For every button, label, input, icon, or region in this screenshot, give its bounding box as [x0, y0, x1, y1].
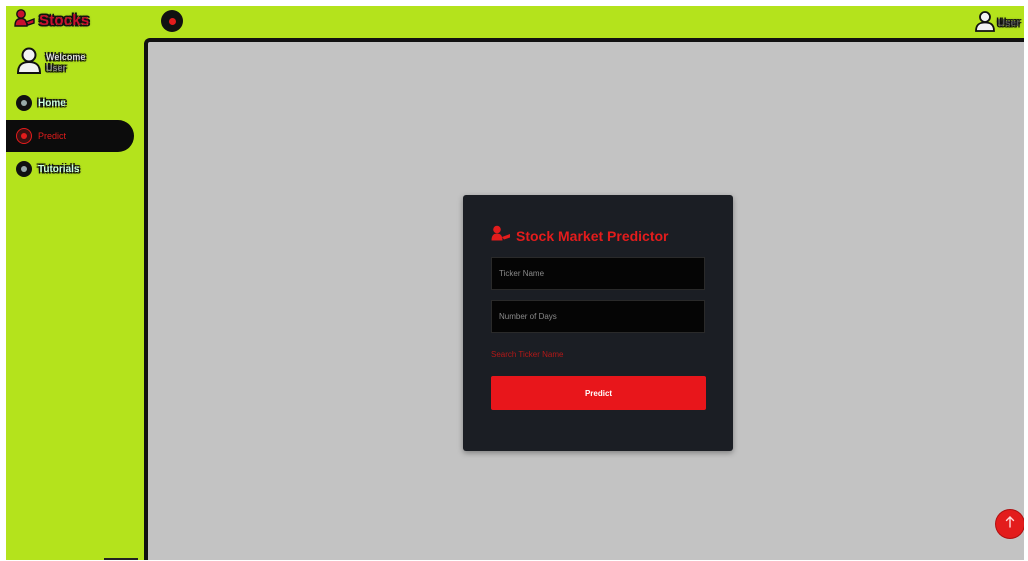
menu-toggle-button[interactable]: [161, 10, 183, 32]
avatar-icon: [974, 10, 996, 37]
search-ticker-link[interactable]: Search Ticker Name: [491, 350, 563, 359]
brand-logo[interactable]: Stocks: [14, 9, 89, 32]
home-icon: [16, 95, 32, 111]
app-frame: Stocks User Welcome User Home Predict Tu…: [6, 6, 1024, 560]
user-tie-icon: [491, 225, 511, 246]
number-of-days-input[interactable]: [491, 300, 705, 333]
top-navbar: Stocks User: [6, 6, 1024, 38]
sidebar-item-predict[interactable]: Predict: [6, 120, 134, 152]
brand-name: Stocks: [39, 12, 90, 29]
card-header: Stock Market Predictor: [491, 225, 669, 246]
avatar-icon: [16, 46, 42, 79]
sidebar-user-name: User: [46, 62, 67, 73]
top-user-menu[interactable]: User: [974, 10, 1020, 37]
welcome-label: Welcome: [46, 51, 86, 62]
search-icon: [16, 128, 32, 144]
main-content: Stock Market Predictor Search Ticker Nam…: [144, 38, 1024, 560]
sidebar-footer-divider: [104, 558, 138, 560]
sidebar-item-label: Home: [38, 97, 66, 109]
sidebar-item-label: Predict: [38, 131, 67, 141]
tutorials-icon: [16, 161, 32, 177]
sidebar-item-tutorials[interactable]: Tutorials: [6, 154, 144, 184]
predictor-card: Stock Market Predictor Search Ticker Nam…: [463, 195, 733, 451]
ticker-name-input[interactable]: [491, 257, 705, 290]
user-tie-icon: [14, 9, 36, 32]
top-user-name: User: [997, 18, 1020, 29]
sidebar: Welcome User Home Predict Tutorials: [6, 38, 144, 560]
sidebar-nav: Home Predict Tutorials: [6, 88, 144, 184]
menu-toggle-icon: [168, 17, 176, 25]
sidebar-item-label: Tutorials: [38, 163, 80, 175]
scroll-top-button[interactable]: [996, 510, 1024, 538]
page-title: Stock Market Predictor: [516, 227, 669, 244]
predict-button[interactable]: Predict: [491, 376, 706, 410]
arrow-up-icon: [1005, 515, 1015, 533]
sidebar-user-panel: Welcome User: [16, 46, 85, 79]
sidebar-item-home[interactable]: Home: [6, 88, 144, 118]
